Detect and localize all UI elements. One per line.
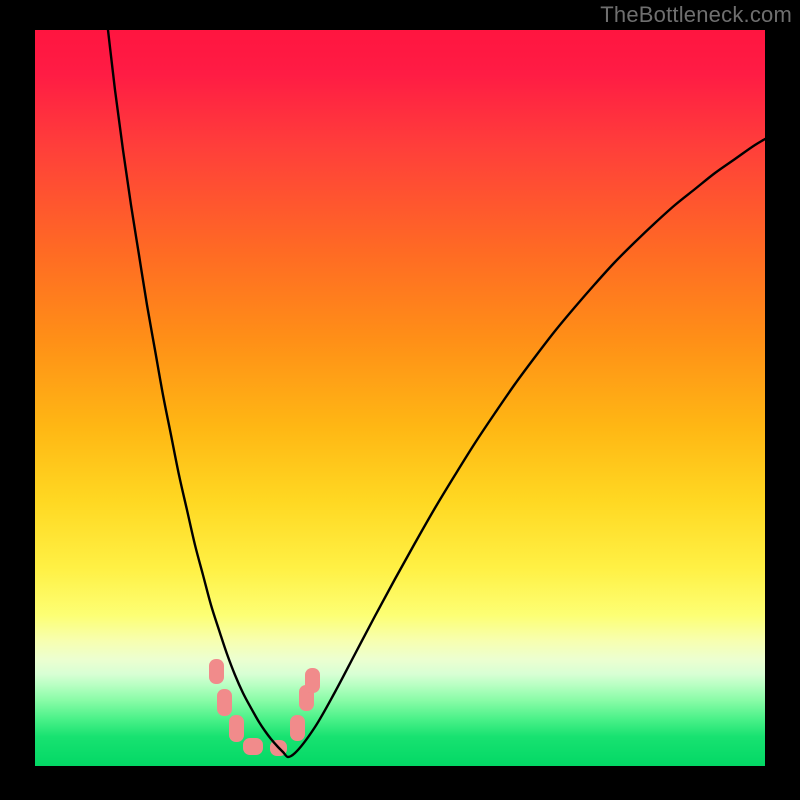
plot-area — [35, 30, 765, 766]
watermark-text: TheBottleneck.com — [600, 2, 792, 28]
bottleneck-curve — [35, 30, 765, 766]
chart-frame: TheBottleneck.com — [0, 0, 800, 800]
